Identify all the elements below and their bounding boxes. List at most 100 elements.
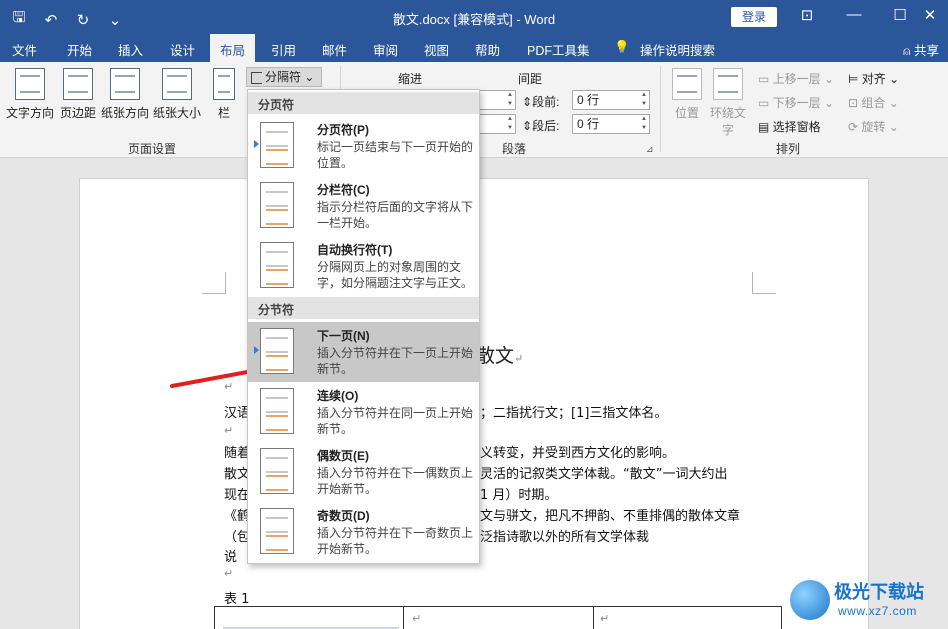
tab-home[interactable]: 开始: [67, 40, 92, 59]
menu-item-title: 奇数页(D): [317, 509, 370, 523]
menu-item-text-wrapping[interactable]: 自动换行符(T) 分隔网页上的对象周围的文字，如分隔题注文字与正文。: [248, 236, 479, 296]
spacing-before-icon: ⇕: [522, 95, 533, 109]
tab-mailings[interactable]: 邮件: [322, 40, 347, 59]
menu-item-title: 自动换行符(T): [317, 243, 393, 257]
breaks-dropdown-button[interactable]: 分隔符 ⌄: [246, 67, 322, 87]
menu-item-title: 下一页(N): [317, 329, 370, 343]
globe-logo-icon: [790, 580, 830, 620]
selection-pane-icon: ▤: [758, 120, 773, 134]
space-before-label: ⇕段前:: [522, 95, 560, 109]
menu-item-continuous[interactable]: 连续(O) 插入分节符并在同一页上开始新节。: [248, 382, 479, 442]
watermark-url: www.xz7.com: [838, 604, 917, 618]
next-page-break-icon: [260, 328, 294, 374]
group-icon: ⊡: [848, 96, 862, 110]
tab-design[interactable]: 设计: [170, 40, 195, 59]
align-icon: ⊨: [848, 72, 862, 86]
tab-review[interactable]: 审阅: [373, 40, 398, 59]
tab-help[interactable]: 帮助: [475, 40, 500, 59]
menu-item-odd-page[interactable]: 奇数页(D) 插入分节符并在下一奇数页上开始新节。: [248, 502, 479, 562]
wrap-text-button[interactable]: 环绕文字: [708, 68, 748, 138]
dialog-launcher-icon[interactable]: ⊿: [646, 144, 654, 155]
page-setup-group-label: 页面设置: [128, 142, 177, 156]
paragraph-mark: ↵: [224, 567, 234, 580]
paragraph-mark: ↵: [224, 424, 234, 437]
cell-mark: ↵: [600, 613, 610, 625]
ribbon-display-icon[interactable]: ⊡: [792, 6, 822, 24]
indent-right-input[interactable]: [478, 114, 516, 134]
spacing-label: 间距: [518, 72, 543, 86]
document-table[interactable]: [214, 606, 782, 629]
breaks-label: 分隔符: [265, 70, 302, 84]
menu-item-title: 分栏符(C): [317, 183, 370, 197]
position-icon: [672, 68, 702, 100]
continuous-break-icon: [260, 388, 294, 434]
text-direction-label: 文字方向: [5, 106, 54, 120]
page-breaks-header: 分页符: [248, 92, 479, 114]
doc-line: ；二指扰行文；[1]三指文体名。: [480, 406, 668, 421]
tab-view[interactable]: 视图: [424, 40, 449, 59]
menu-item-title: 偶数页(E): [317, 449, 369, 463]
tab-pdf-tools[interactable]: PDF工具集: [527, 40, 590, 59]
doc-line: 说: [224, 550, 238, 565]
tab-layout[interactable]: 布局: [210, 34, 256, 62]
indent-left-input[interactable]: [478, 90, 516, 110]
section-breaks-header: 分节符: [248, 297, 479, 319]
site-watermark-logo: 极光下载站 www.xz7.com: [790, 578, 940, 624]
bring-forward-icon: ▭: [758, 72, 773, 86]
text-direction-button[interactable]: 文字方向: [4, 68, 56, 121]
share-button[interactable]: ⍝ 共享: [903, 40, 939, 59]
doc-line: 义转变，并受到西方文化的影响。: [480, 446, 676, 461]
menu-item-next-page[interactable]: 下一页(N) 插入分节符并在下一页上开始新节。: [248, 322, 479, 382]
share-label: 共享: [913, 44, 939, 58]
even-page-break-icon: [260, 448, 294, 494]
menu-pointer-icon: [254, 140, 259, 148]
send-backward-button[interactable]: ▭ 下移一层 ⌄: [758, 94, 834, 111]
maximize-icon[interactable]: ☐: [885, 6, 915, 24]
menu-item-description: 标记一页结束与下一页开始的位置。: [317, 140, 474, 170]
tab-references[interactable]: 引用: [271, 40, 296, 59]
tell-me-search[interactable]: 操作说明搜索: [640, 40, 715, 59]
cell-mark: ↵: [412, 613, 422, 625]
crop-mark-top-right: [752, 272, 776, 294]
margins-label: 页边距: [59, 106, 96, 120]
page-break-icon: [260, 122, 294, 168]
menu-item-description: 插入分节符并在下一奇数页上开始新节。: [317, 526, 474, 556]
watermark-brand: 极光下载站: [834, 582, 924, 602]
selection-pane-button[interactable]: ▤ 选择窗格: [758, 118, 821, 135]
person-icon: ⍝: [903, 44, 914, 58]
margins-button[interactable]: 页边距: [58, 68, 98, 121]
bring-forward-button[interactable]: ▭ 上移一层 ⌄: [758, 70, 834, 87]
document-title-fragment: 散文↵: [476, 345, 524, 367]
columns-button[interactable]: 栏: [210, 68, 238, 121]
menu-item-description: 插入分节符并在同一页上开始新节。: [317, 406, 474, 436]
column-break-icon: [260, 182, 294, 228]
group-objects-button[interactable]: ⊡ 组合 ⌄: [848, 94, 899, 111]
menu-item-description: 插入分节符并在下一偶数页上开始新节。: [317, 466, 474, 496]
menu-item-page-break[interactable]: 分页符(P) 标记一页结束与下一页开始的位置。: [248, 116, 479, 176]
align-button[interactable]: ⊨ 对齐 ⌄: [848, 70, 899, 87]
columns-icon: [213, 68, 235, 100]
menu-item-title: 分页符(P): [317, 123, 369, 137]
rotate-button[interactable]: ⟳ 旋转 ⌄: [848, 118, 899, 135]
menu-item-column-break[interactable]: 分栏符(C) 指示分栏符后面的文字将从下一栏开始。: [248, 176, 479, 236]
size-button[interactable]: 纸张大小: [152, 68, 202, 121]
send-backward-icon: ▭: [758, 96, 773, 110]
space-before-input[interactable]: 0 行: [572, 90, 650, 110]
close-icon[interactable]: ✕: [915, 6, 945, 24]
lightbulb-icon: 💡: [614, 40, 630, 54]
odd-page-break-icon: [260, 508, 294, 554]
login-button[interactable]: 登录: [731, 7, 777, 27]
minimize-icon[interactable]: —: [839, 6, 869, 23]
space-after-input[interactable]: 0 行: [572, 114, 650, 134]
doc-line: 泛指诗歌以外的所有文学体裁: [480, 530, 650, 545]
paragraph-group-label: 段落: [502, 142, 527, 156]
tab-insert[interactable]: 插入: [118, 40, 143, 59]
size-label: 纸张大小: [152, 106, 201, 120]
group-separator: [660, 66, 661, 152]
orientation-button[interactable]: 纸张方向: [100, 68, 150, 121]
position-button[interactable]: 位置: [672, 68, 702, 121]
tab-file[interactable]: 文件: [12, 40, 37, 59]
menu-item-description: 插入分节符并在下一页上开始新节。: [317, 346, 474, 376]
menu-item-even-page[interactable]: 偶数页(E) 插入分节符并在下一偶数页上开始新节。: [248, 442, 479, 502]
columns-label: 栏: [217, 106, 230, 120]
